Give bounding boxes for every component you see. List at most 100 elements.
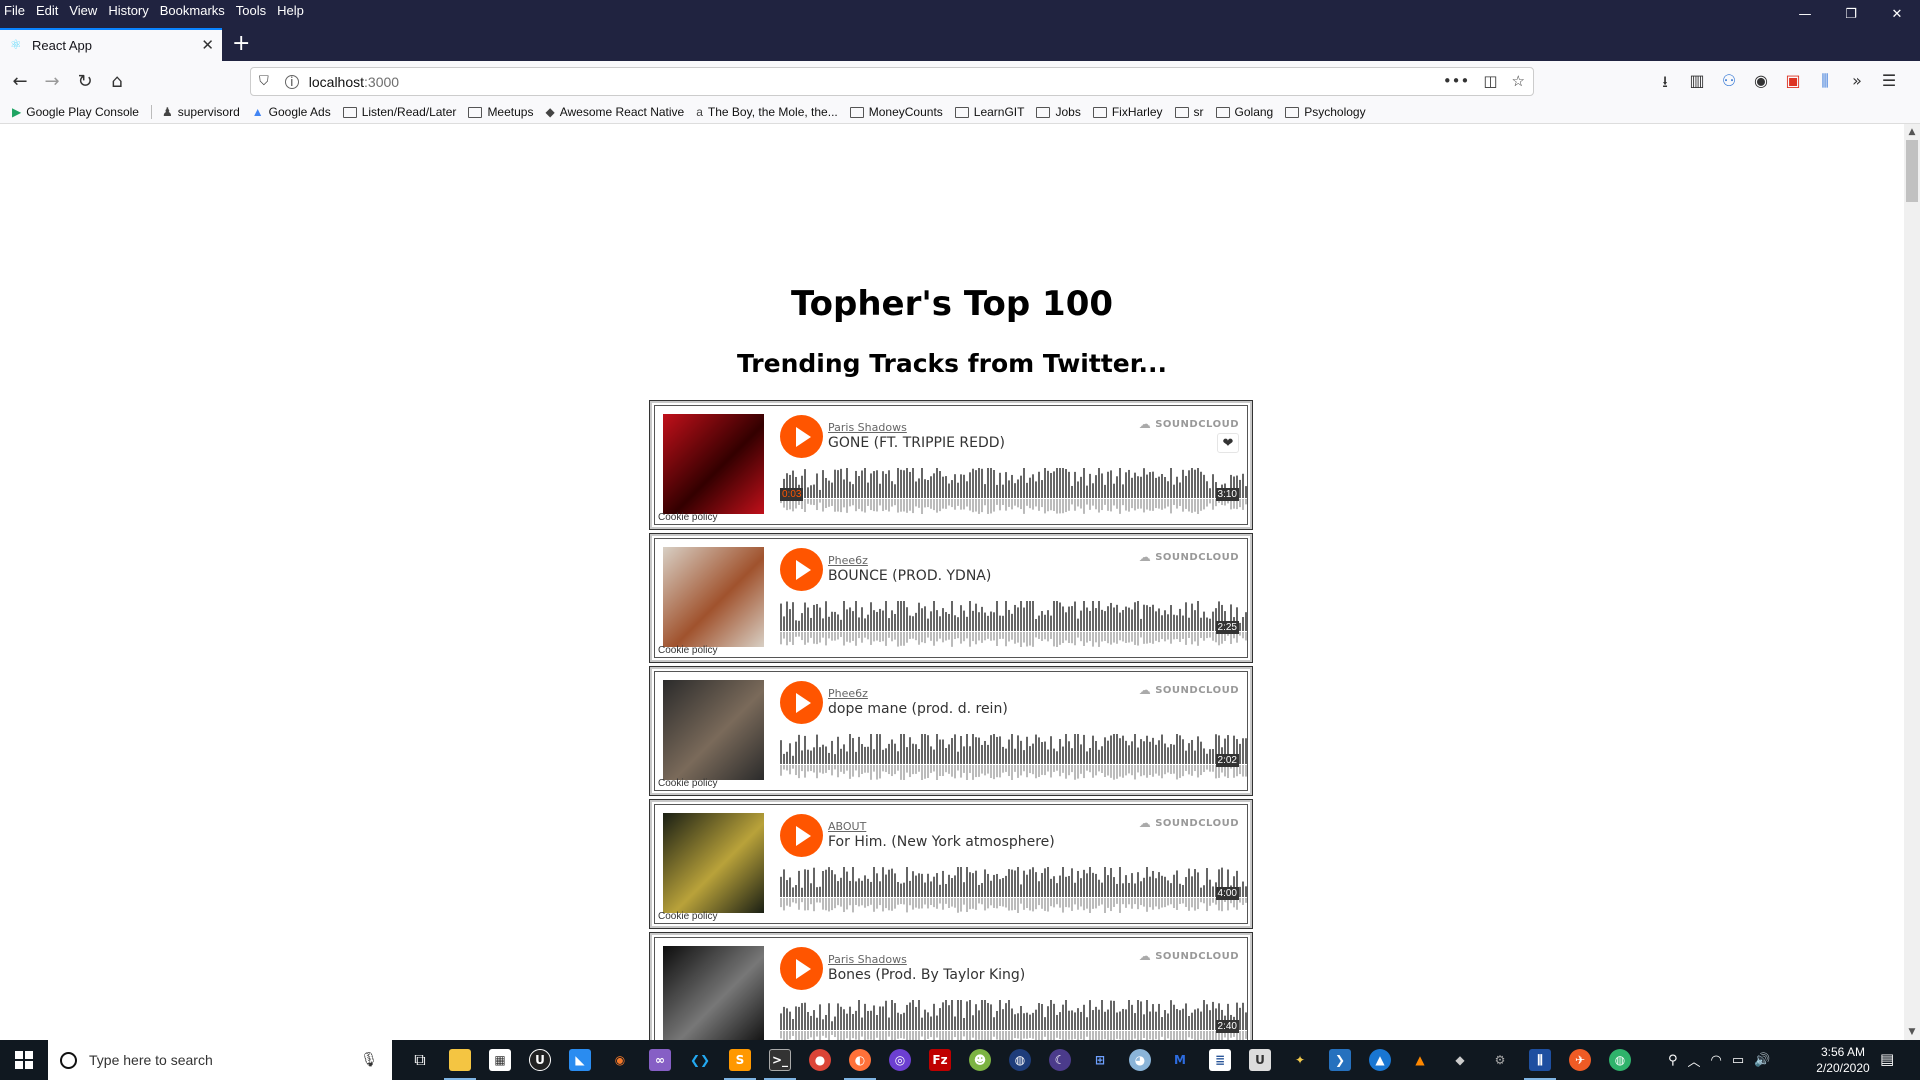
chrome-icon[interactable]: ● — [800, 1040, 840, 1080]
vlc-icon[interactable]: ▲ — [1400, 1040, 1440, 1080]
track-title-link[interactable]: GONE (FT. TRIPPIE REDD) — [828, 435, 1005, 451]
sidebar-icon[interactable]: ▥ — [1687, 71, 1707, 98]
play-button[interactable] — [780, 814, 823, 857]
scroll-up-icon[interactable]: ▲ — [1904, 124, 1920, 140]
close-window-button[interactable]: ✕ — [1874, 0, 1920, 28]
scroll-thumb[interactable] — [1906, 140, 1918, 202]
track-artwork[interactable] — [663, 680, 764, 780]
bookmark-jobs[interactable]: Jobs — [1036, 105, 1081, 119]
tab-close-icon[interactable]: ✕ — [201, 36, 214, 54]
menu-help[interactable]: Help — [277, 3, 304, 18]
soundcloud-logo[interactable]: ☁ SOUNDCLOUD — [1139, 816, 1239, 830]
unity-icon[interactable]: U — [1240, 1040, 1280, 1080]
track-title-link[interactable]: BOUNCE (PROD. YDNA) — [828, 568, 991, 584]
app-gray-icon[interactable]: ⚙ — [1480, 1040, 1520, 1080]
malwarebytes-icon[interactable]: M — [1160, 1040, 1200, 1080]
task-view-icon[interactable]: ⧉ — [400, 1040, 440, 1080]
bookmark-awesome-react-native[interactable]: ◆ Awesome React Native — [545, 105, 684, 119]
download-icon[interactable]: ⭳ — [1655, 71, 1675, 98]
track-artwork[interactable] — [663, 813, 764, 913]
track-title-link[interactable]: Bones (Prod. By Taylor King) — [828, 967, 1025, 983]
bookmark-psychology[interactable]: Psychology — [1285, 105, 1366, 119]
app-blue-bars-icon[interactable]: ⫼ — [1520, 1040, 1560, 1080]
bookmark-star-icon[interactable]: ☆ — [1512, 72, 1525, 90]
home-button[interactable]: ⌂ — [102, 67, 132, 95]
forward-button[interactable]: → — [37, 67, 67, 95]
play-button[interactable] — [780, 548, 823, 591]
shield-icon[interactable]: ⛉ — [259, 74, 269, 89]
postman-icon[interactable]: ✈ — [1560, 1040, 1600, 1080]
waveform[interactable] — [780, 867, 1248, 913]
network-icon[interactable]: ◠ — [1711, 1053, 1722, 1068]
tab-react-app[interactable]: ⚛ React App ✕ — [0, 28, 222, 61]
vscode-icon[interactable]: ❮❯ — [680, 1040, 720, 1080]
library-icon[interactable]: ⫼ — [1815, 71, 1835, 98]
menu-edit[interactable]: Edit — [36, 3, 58, 18]
app-green-icon[interactable]: ◍ — [1600, 1040, 1640, 1080]
soundcloud-logo[interactable]: ☁ SOUNDCLOUD — [1139, 550, 1239, 564]
app-yellow-icon[interactable]: ✦ — [1280, 1040, 1320, 1080]
notification-center-icon[interactable]: ▤ — [1880, 1050, 1894, 1068]
reload-button[interactable]: ↻ — [70, 67, 100, 95]
eclipse-icon[interactable]: ☾ — [1040, 1040, 1080, 1080]
bookmark-listen-read-later[interactable]: Listen/Read/Later — [342, 105, 456, 119]
minimize-button[interactable]: — — [1782, 0, 1828, 28]
menu-view[interactable]: View — [69, 3, 97, 18]
volume-icon[interactable]: 🔊 — [1754, 1053, 1770, 1068]
bookmark-learngit[interactable]: LearnGIT — [954, 105, 1024, 119]
track-artist-link[interactable]: Phee6z — [828, 687, 868, 700]
cookie-policy-link[interactable]: Cookie policy — [658, 645, 717, 656]
waveform[interactable] — [780, 601, 1248, 647]
page-scrollbar[interactable] — [1904, 124, 1920, 1040]
powershell-icon[interactable]: ❯ — [1320, 1040, 1360, 1080]
play-button[interactable] — [780, 947, 823, 990]
account-icon[interactable]: ⚇ — [1719, 71, 1739, 98]
soundcloud-logo[interactable]: ☁ SOUNDCLOUD — [1139, 417, 1239, 431]
url-bar[interactable]: ⛉ i localhost:3000 ••• ◫ ☆ — [250, 67, 1534, 96]
track-title-link[interactable]: For Him. (New York atmosphere) — [828, 834, 1055, 850]
unreal-icon[interactable]: U — [520, 1040, 560, 1080]
globe-icon[interactable]: ◕ — [1120, 1040, 1160, 1080]
store-icon[interactable]: ▦ — [480, 1040, 520, 1080]
bookmark-meetups[interactable]: Meetups — [468, 105, 533, 119]
url-text[interactable]: localhost:3000 — [309, 74, 399, 90]
app-round-blue-icon[interactable]: ▲ — [1360, 1040, 1400, 1080]
waveform[interactable] — [780, 1000, 1248, 1040]
menu-history[interactable]: History — [108, 3, 148, 18]
play-button[interactable] — [780, 681, 823, 724]
track-artist-link[interactable]: ABOUT — [828, 820, 866, 833]
soundcloud-logo[interactable]: ☁ SOUNDCLOUD — [1139, 683, 1239, 697]
overflow-icon[interactable]: » — [1847, 71, 1867, 98]
app-circle-icon[interactable]: ◍ — [1000, 1040, 1040, 1080]
bookmark-google-ads[interactable]: ▲ Google Ads — [252, 105, 331, 119]
document-icon[interactable]: ≣ — [1200, 1040, 1240, 1080]
soundcloud-logo[interactable]: ☁ SOUNDCLOUD — [1139, 949, 1239, 963]
extension-icon[interactable]: ▣ — [1783, 71, 1803, 98]
firefox-icon[interactable]: ◐ — [840, 1040, 880, 1080]
track-artwork[interactable] — [663, 946, 764, 1040]
start-button[interactable] — [0, 1040, 48, 1080]
page-actions-icon[interactable]: ••• — [1443, 72, 1470, 90]
like-button[interactable]: ❤ — [1217, 433, 1239, 453]
people-icon[interactable]: ⚲ — [1668, 1053, 1678, 1068]
battery-icon[interactable]: ▭ — [1732, 1053, 1744, 1068]
microphone-icon[interactable]: 🎙 — [360, 1052, 378, 1068]
play-button[interactable] — [780, 415, 823, 458]
new-tab-button[interactable]: + — [232, 31, 250, 57]
tray-expand-icon[interactable]: ︿ — [1688, 1051, 1701, 1070]
bookmark-fixharley[interactable]: FixHarley — [1092, 105, 1163, 119]
menu-icon[interactable]: ☰ — [1879, 71, 1899, 98]
menu-bookmarks[interactable]: Bookmarks — [160, 3, 225, 18]
bookmark-golang[interactable]: Golang — [1215, 105, 1273, 119]
app-blue-icon[interactable]: ◣ — [560, 1040, 600, 1080]
cookie-policy-link[interactable]: Cookie policy — [658, 778, 717, 789]
app-purple-icon[interactable]: ◎ — [880, 1040, 920, 1080]
pocket-icon[interactable]: ◫ — [1483, 72, 1497, 90]
blender-icon[interactable]: ◉ — [600, 1040, 640, 1080]
scroll-down-icon[interactable]: ▼ — [1904, 1024, 1920, 1040]
profile-icon[interactable]: ◉ — [1751, 71, 1771, 98]
info-icon[interactable]: i — [284, 74, 299, 89]
restore-button[interactable]: ❐ — [1828, 0, 1874, 28]
bookmark-sr[interactable]: sr — [1174, 105, 1204, 119]
visual-studio-icon[interactable]: ∞ — [640, 1040, 680, 1080]
